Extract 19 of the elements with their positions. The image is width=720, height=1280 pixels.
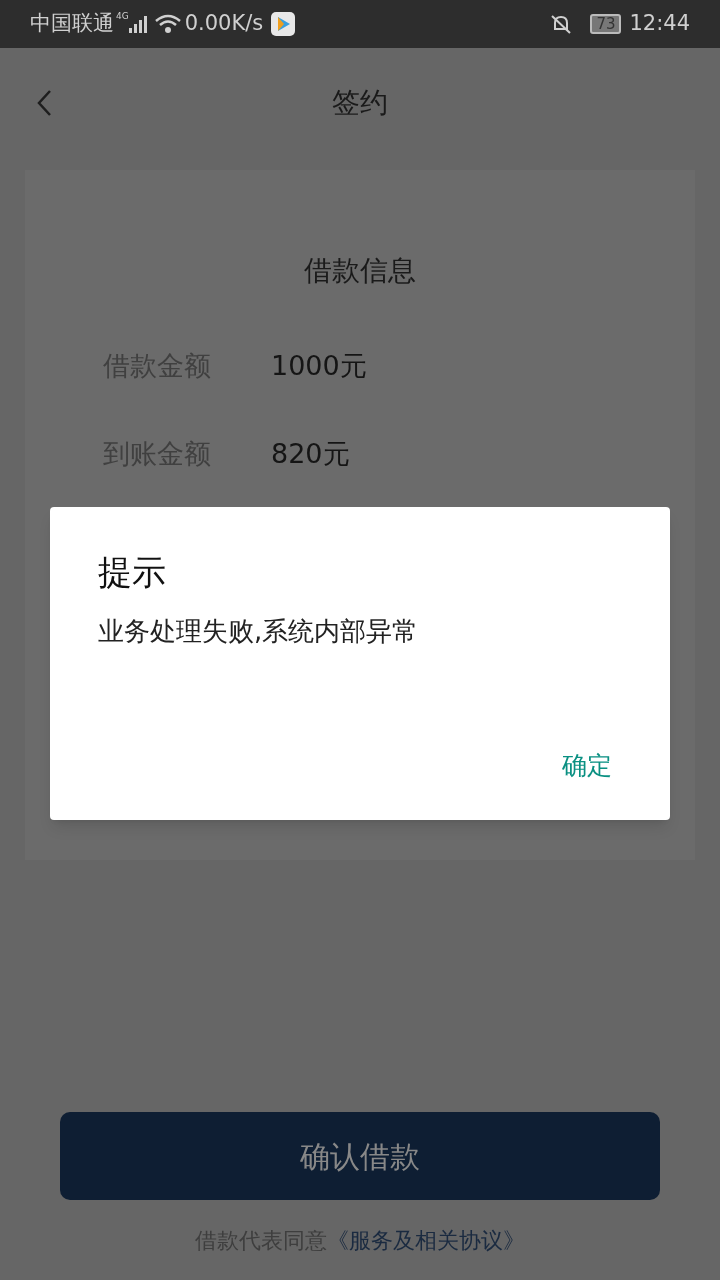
agreement-link[interactable]: 《服务及相关协议》 bbox=[327, 1223, 525, 1257]
field-value: 820元 bbox=[271, 436, 350, 471]
clock: 12:44 bbox=[629, 10, 690, 38]
signal-icon bbox=[128, 15, 149, 33]
dialog-title: 提示 bbox=[98, 551, 167, 594]
ok-button[interactable]: 确定 bbox=[562, 746, 612, 784]
network-type: 4G bbox=[116, 10, 129, 23]
carrier-name: 中国联通 bbox=[30, 10, 114, 38]
wifi-icon bbox=[154, 14, 181, 34]
card-title: 借款信息 bbox=[303, 253, 417, 289]
dialog-message: 业务处理失败,系统内部异常 bbox=[98, 615, 420, 648]
page-title: 签约 bbox=[332, 85, 388, 121]
back-icon[interactable] bbox=[36, 89, 52, 117]
field-value: 1000元 bbox=[271, 348, 367, 383]
muted-bell-icon bbox=[550, 13, 573, 35]
video-app-icon bbox=[271, 12, 296, 36]
confirm-loan-button[interactable]: 确认借款 bbox=[60, 1112, 660, 1200]
network-speed: 0.00K/s bbox=[184, 10, 264, 38]
battery-indicator: 73 bbox=[590, 14, 622, 34]
